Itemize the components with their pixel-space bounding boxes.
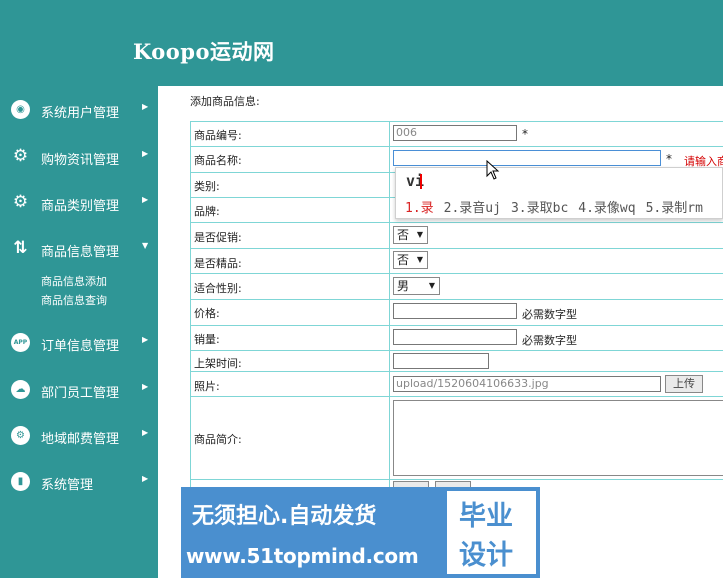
label-brand: 品牌: xyxy=(194,205,220,218)
ime-candidate[interactable]: 5.录制rm xyxy=(646,201,703,216)
featured-select[interactable]: 否 ▼ xyxy=(393,251,428,269)
label-code: 商品编号: xyxy=(194,129,242,142)
sidebar-item-label: 商品类别管理 xyxy=(41,199,120,214)
watermark-badge-bottom: 设计 xyxy=(459,540,513,571)
user-circle-icon: ◉ xyxy=(11,100,30,119)
shelf-time-input[interactable] xyxy=(393,353,489,369)
label-photo: 照片: xyxy=(194,380,220,393)
table-border xyxy=(389,121,390,487)
table-border xyxy=(190,479,723,480)
chevron-right-icon: ▶ xyxy=(142,382,149,391)
intro-textarea[interactable] xyxy=(393,400,723,476)
price-input[interactable] xyxy=(393,303,517,319)
product-name-input[interactable] xyxy=(393,150,661,166)
chevron-right-icon: ▶ xyxy=(142,102,149,111)
dropdown-arrow-icon: ▼ xyxy=(416,230,423,239)
table-border xyxy=(190,396,723,397)
table-border xyxy=(190,371,723,372)
photo-path-input[interactable]: upload/1520604106633.jpg xyxy=(393,376,661,392)
promo-select-value: 否 xyxy=(397,228,410,242)
chevron-right-icon: ▶ xyxy=(142,335,149,344)
chevron-right-icon: ▶ xyxy=(142,428,149,437)
promo-select[interactable]: 否 ▼ xyxy=(393,226,428,244)
ime-candidate[interactable]: 4.录像wq xyxy=(578,201,635,216)
gender-select[interactable]: 男 ▼ xyxy=(393,277,440,295)
sidebar-item-label: 地域邮费管理 xyxy=(41,432,120,447)
ime-candidate[interactable]: 2.录音uj xyxy=(444,201,501,216)
ime-caret xyxy=(420,174,422,189)
table-border xyxy=(190,121,191,487)
settings-icon: ⚙ xyxy=(11,426,30,445)
table-border xyxy=(190,222,723,223)
ime-candidate[interactable]: 1.录 xyxy=(405,201,434,216)
page-title: 添加商品信息: xyxy=(190,95,260,108)
sidebar-item-label: 购物资讯管理 xyxy=(41,153,120,168)
sidebar-item-region-postage[interactable]: ⚙ 地域邮费管理 ▶ xyxy=(0,420,158,450)
price-hint: 必需数字型 xyxy=(522,308,577,321)
required-mark: * xyxy=(666,152,672,166)
chart-icon: ▮ xyxy=(11,472,30,491)
table-border xyxy=(190,121,723,122)
label-gender: 适合性别: xyxy=(194,282,242,295)
table-border xyxy=(190,146,723,147)
table-border xyxy=(190,273,723,274)
site-brand: Koopo运动网 xyxy=(133,39,275,64)
transfer-arrows-icon: ⇅ xyxy=(13,238,28,258)
chevron-right-icon: ▶ xyxy=(142,474,149,483)
sidebar-subitem-add-product[interactable]: 商品信息添加 xyxy=(41,273,107,289)
ime-candidate-list: 1.录 2.录音uj 3.录取bc 4.录像wq 5.录制rm xyxy=(405,197,713,216)
sidebar-item-label: 系统用户管理 xyxy=(41,106,120,121)
ime-candidate[interactable]: 3.录取bc xyxy=(511,201,568,216)
label-sales: 销量: xyxy=(194,333,220,346)
watermark-url: www.51topmind.com xyxy=(186,544,419,568)
label-shelf-time: 上架时间: xyxy=(194,357,242,370)
label-promo: 是否促销: xyxy=(194,231,242,244)
sidebar-item-label: 部门员工管理 xyxy=(41,386,120,401)
sidebar-item-system-users[interactable]: ◉ 系统用户管理 ▶ xyxy=(0,94,158,124)
chevron-right-icon: ▶ xyxy=(142,149,149,158)
sidebar-item-orders[interactable]: APP 订单信息管理 ▶ xyxy=(0,327,158,357)
top-header: Koopo运动网 xyxy=(0,0,723,86)
table-border xyxy=(190,299,723,300)
label-featured: 是否精品: xyxy=(194,257,242,270)
sidebar-item-label: 系统管理 xyxy=(41,478,94,493)
sidebar-item-product-info[interactable]: ⇅ 商品信息管理 ▼ xyxy=(0,233,158,263)
sidebar-item-system[interactable]: ▮ 系统管理 ▶ xyxy=(0,466,158,496)
required-mark: * xyxy=(522,127,528,141)
cloud-icon: ☁ xyxy=(11,380,30,399)
table-border xyxy=(190,325,723,326)
sidebar-item-label: 商品信息管理 xyxy=(41,245,120,260)
upload-button[interactable]: 上传 xyxy=(665,375,703,393)
featured-select-value: 否 xyxy=(397,253,410,267)
ime-candidate-popup: vi 1.录 2.录音uj 3.录取bc 4.录像wq 5.录制rm xyxy=(395,167,723,219)
sales-input[interactable] xyxy=(393,329,517,345)
label-intro: 商品简介: xyxy=(194,433,242,446)
dropdown-arrow-icon: ▼ xyxy=(416,255,423,264)
sidebar-item-department-staff[interactable]: ☁ 部门员工管理 ▶ xyxy=(0,374,158,404)
label-price: 价格: xyxy=(194,307,220,320)
watermark-line1: 无须担心.自动发货 xyxy=(192,504,377,529)
sidebar-item-label: 订单信息管理 xyxy=(41,339,120,354)
label-name: 商品名称: xyxy=(194,154,242,167)
table-border xyxy=(190,350,723,351)
sidebar-item-shopping-news[interactable]: ⚙ 购物资讯管理 ▶ xyxy=(0,141,158,171)
table-border xyxy=(190,248,723,249)
chevron-right-icon: ▶ xyxy=(142,195,149,204)
gender-select-value: 男 xyxy=(397,279,410,293)
app-icon: APP xyxy=(11,333,30,352)
mouse-cursor-icon xyxy=(486,160,500,180)
chevron-down-icon: ▼ xyxy=(142,241,149,250)
watermark-badge-top: 毕业 xyxy=(459,501,513,532)
user-gear-icon: ⚙ xyxy=(12,146,29,166)
product-code-input[interactable]: 006 xyxy=(393,125,517,141)
dropdown-arrow-icon: ▼ xyxy=(428,281,435,290)
label-category: 类别: xyxy=(194,180,220,193)
sidebar-subitem-query-product[interactable]: 商品信息查询 xyxy=(41,292,107,308)
sidebar-item-product-category[interactable]: ⚙ 商品类别管理 ▶ xyxy=(0,187,158,217)
user-gear-icon: ⚙ xyxy=(12,192,29,212)
sales-hint: 必需数字型 xyxy=(522,334,577,347)
